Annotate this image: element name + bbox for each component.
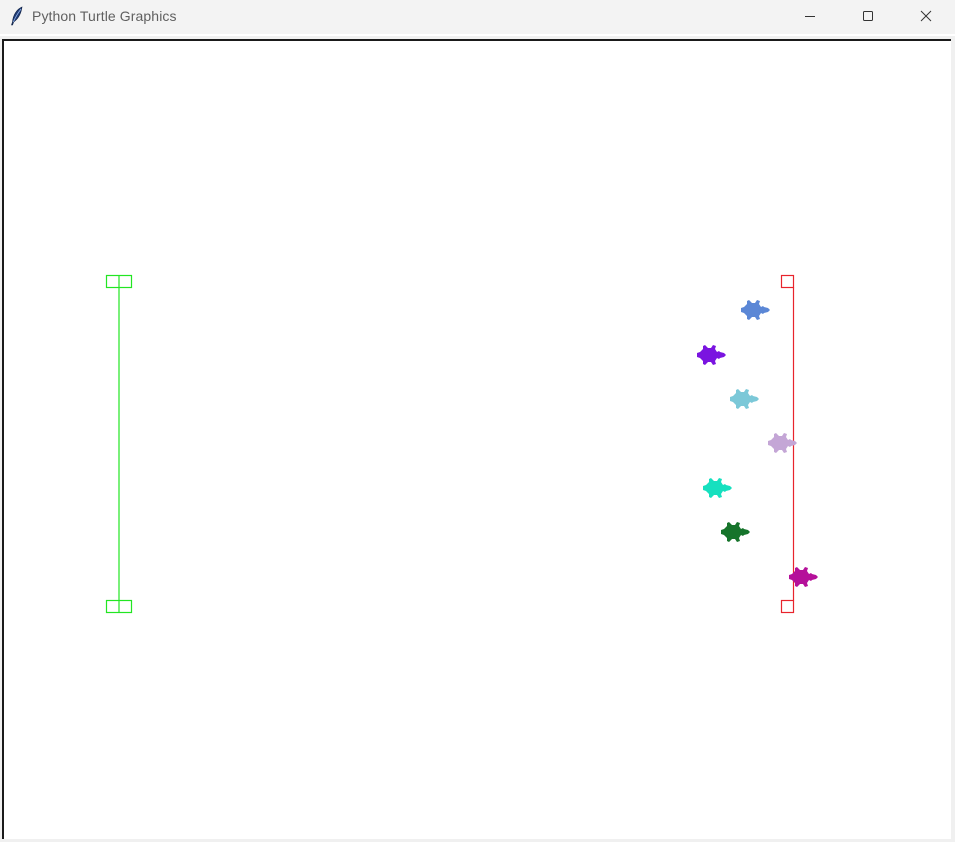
turtle-icon — [730, 389, 759, 409]
turtle-window: Python Turtle Graphics — [0, 0, 955, 842]
turtle-icon — [703, 478, 732, 498]
drawing-layer — [105, 274, 818, 614]
canvas-frame — [0, 36, 955, 842]
turtle-icon — [721, 522, 750, 542]
start-line — [105, 274, 133, 614]
turtle-icon — [697, 345, 726, 365]
turtle-icon — [768, 433, 797, 453]
turtle-canvas[interactable] — [2, 39, 951, 839]
turtle-icon — [741, 300, 770, 320]
turtles-group — [697, 300, 818, 587]
